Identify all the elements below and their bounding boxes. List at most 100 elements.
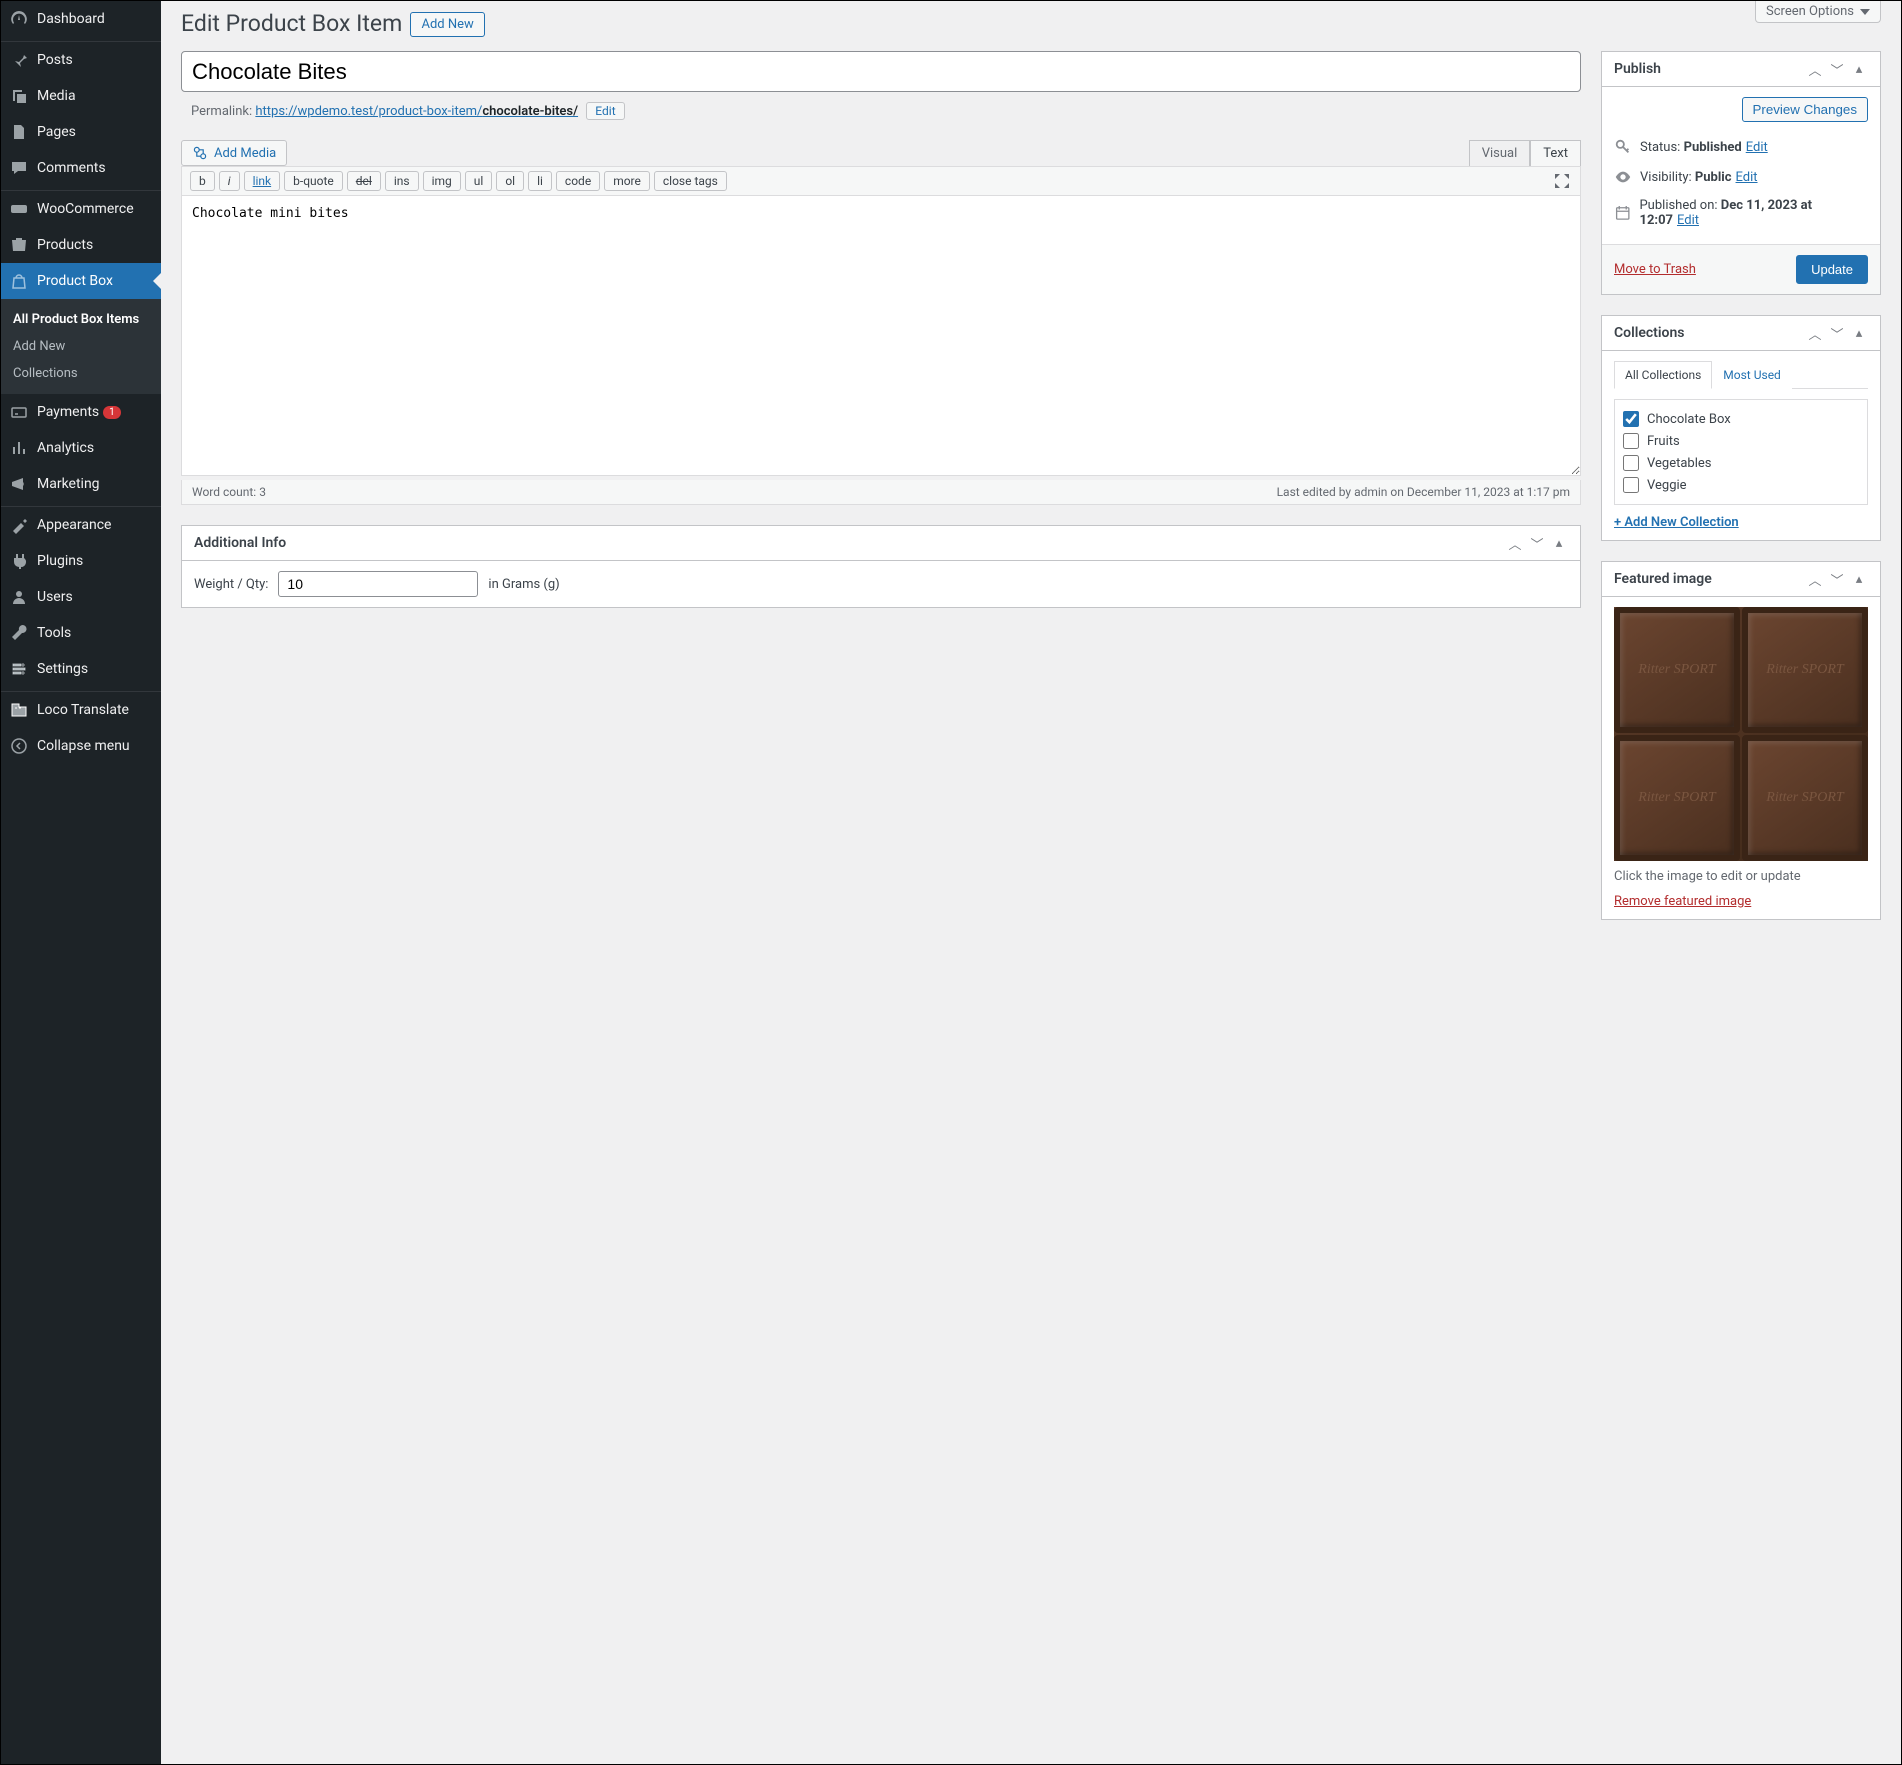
toggle-icon[interactable]: ▴ <box>1850 324 1868 342</box>
fullscreen-icon[interactable] <box>1552 171 1572 191</box>
featured-image-thumbnail[interactable]: Ritter SPORT Ritter SPORT Ritter SPORT R… <box>1614 607 1868 861</box>
weight-input[interactable] <box>278 571 478 597</box>
sidebar-item-label: Settings <box>37 661 88 677</box>
media-icon <box>9 86 29 106</box>
sidebar-item-dashboard[interactable]: Dashboard <box>1 1 161 37</box>
submenu-item[interactable]: Collections <box>1 360 161 387</box>
qt-b-quote[interactable]: b-quote <box>284 171 343 191</box>
qt-ins[interactable]: ins <box>385 171 419 191</box>
qt-ul[interactable]: ul <box>465 171 493 191</box>
sidebar-item-settings[interactable]: Settings <box>1 651 161 687</box>
collection-row[interactable]: Veggie <box>1623 474 1859 496</box>
move-down-icon[interactable]: ﹀ <box>1828 324 1846 342</box>
weight-label: Weight / Qty: <box>194 577 268 592</box>
tab-most-used[interactable]: Most Used <box>1712 361 1792 389</box>
editor-tab-visual[interactable]: Visual <box>1469 140 1531 166</box>
sidebar-item-posts[interactable]: Posts <box>1 42 161 78</box>
calendar-icon <box>1614 204 1631 222</box>
update-button[interactable]: Update <box>1796 255 1868 284</box>
collection-checkbox[interactable] <box>1623 455 1639 471</box>
qt-close-tags[interactable]: close tags <box>654 171 727 191</box>
post-title-input[interactable] <box>181 51 1581 92</box>
sidebar-item-users[interactable]: Users <box>1 579 161 615</box>
appearance-icon <box>9 515 29 535</box>
plugins-icon <box>9 551 29 571</box>
permalink-link[interactable]: https://wpdemo.test/product-box-item/cho… <box>255 104 578 119</box>
sidebar-item-label: Comments <box>37 160 106 176</box>
add-media-button[interactable]: Add Media <box>181 140 287 166</box>
sidebar-item-analytics[interactable]: Analytics <box>1 430 161 466</box>
add-new-button[interactable]: Add New <box>410 12 484 37</box>
sidebar-item-appearance[interactable]: Appearance <box>1 507 161 543</box>
key-icon <box>1614 138 1632 156</box>
collection-row[interactable]: Vegetables <box>1623 452 1859 474</box>
qt-li[interactable]: li <box>528 171 552 191</box>
collection-checkbox[interactable] <box>1623 477 1639 493</box>
sidebar-item-pages[interactable]: Pages <box>1 114 161 150</box>
move-up-icon[interactable]: ︿ <box>1806 324 1824 342</box>
collection-row[interactable]: Chocolate Box <box>1623 408 1859 430</box>
add-new-collection-link[interactable]: + Add New Collection <box>1614 515 1739 530</box>
content-textarea[interactable]: Chocolate mini bites <box>181 196 1581 476</box>
sidebar-item-label: Payments <box>37 404 99 420</box>
collection-label: Veggie <box>1647 478 1687 493</box>
preview-changes-button[interactable]: Preview Changes <box>1742 97 1868 122</box>
qt-ol[interactable]: ol <box>496 171 524 191</box>
main-content: Screen Options Edit Product Box Item Add… <box>161 1 1901 1764</box>
move-up-icon[interactable]: ︿ <box>1506 534 1524 552</box>
remove-featured-image-link[interactable]: Remove featured image <box>1614 894 1751 909</box>
sidebar-item-label: Users <box>37 589 73 605</box>
toggle-icon[interactable]: ▴ <box>1850 570 1868 588</box>
move-down-icon[interactable]: ﹀ <box>1528 534 1546 552</box>
qt-img[interactable]: img <box>423 171 461 191</box>
move-up-icon[interactable]: ︿ <box>1806 570 1824 588</box>
toggle-icon[interactable]: ▴ <box>1550 534 1568 552</box>
sidebar-item-products[interactable]: Products <box>1 227 161 263</box>
move-up-icon[interactable]: ︿ <box>1806 60 1824 78</box>
sidebar-item-product-box[interactable]: Product Box <box>1 263 161 299</box>
move-down-icon[interactable]: ﹀ <box>1828 570 1846 588</box>
sidebar-item-collapse-menu[interactable]: Collapse menu <box>1 728 161 764</box>
edit-slug-button[interactable]: Edit <box>586 102 624 120</box>
sidebar-item-tools[interactable]: Tools <box>1 615 161 651</box>
toggle-icon[interactable]: ▴ <box>1850 60 1868 78</box>
sidebar-item-plugins[interactable]: Plugins <box>1 543 161 579</box>
collection-row[interactable]: Fruits <box>1623 430 1859 452</box>
collection-checkbox[interactable] <box>1623 433 1639 449</box>
edit-date-link[interactable]: Edit <box>1677 213 1699 228</box>
weight-unit: in Grams (g) <box>488 577 559 592</box>
sidebar-item-payments[interactable]: Payments1 <box>1 394 161 430</box>
sidebar-item-label: Posts <box>37 52 73 68</box>
sidebar-item-label: WooCommerce <box>37 201 134 217</box>
publish-title: Publish <box>1614 61 1806 77</box>
sidebar-item-media[interactable]: Media <box>1 78 161 114</box>
move-to-trash-link[interactable]: Move to Trash <box>1614 262 1696 277</box>
sidebar-item-woocommerce[interactable]: WooCommerce <box>1 191 161 227</box>
sidebar-item-label: Plugins <box>37 553 83 569</box>
submenu-item[interactable]: Add New <box>1 333 161 360</box>
collection-checkbox[interactable] <box>1623 411 1639 427</box>
edit-status-link[interactable]: Edit <box>1746 140 1768 155</box>
sidebar-item-label: Loco Translate <box>37 702 129 718</box>
sidebar-item-loco-translate[interactable]: Loco Translate <box>1 692 161 728</box>
sidebar-item-comments[interactable]: Comments <box>1 150 161 186</box>
submenu-item[interactable]: All Product Box Items <box>1 306 161 333</box>
products-icon <box>9 235 29 255</box>
move-down-icon[interactable]: ﹀ <box>1828 60 1846 78</box>
editor-tab-text[interactable]: Text <box>1530 140 1581 166</box>
tab-all-collections[interactable]: All Collections <box>1614 361 1712 389</box>
marketing-icon <box>9 474 29 494</box>
qt-code[interactable]: code <box>556 171 600 191</box>
qt-b[interactable]: b <box>190 171 215 191</box>
sidebar-item-label: Analytics <box>37 440 94 456</box>
featured-image-help: Click the image to edit or update <box>1614 869 1868 884</box>
loco-icon <box>9 700 29 720</box>
qt-del[interactable]: del <box>347 171 381 191</box>
edit-visibility-link[interactable]: Edit <box>1736 170 1758 185</box>
qt-more[interactable]: more <box>604 171 650 191</box>
collection-label: Fruits <box>1647 434 1680 449</box>
sidebar-item-marketing[interactable]: Marketing <box>1 466 161 502</box>
screen-options-toggle[interactable]: Screen Options <box>1755 1 1881 23</box>
qt-i[interactable]: i <box>219 171 240 191</box>
qt-link[interactable]: link <box>244 171 281 191</box>
